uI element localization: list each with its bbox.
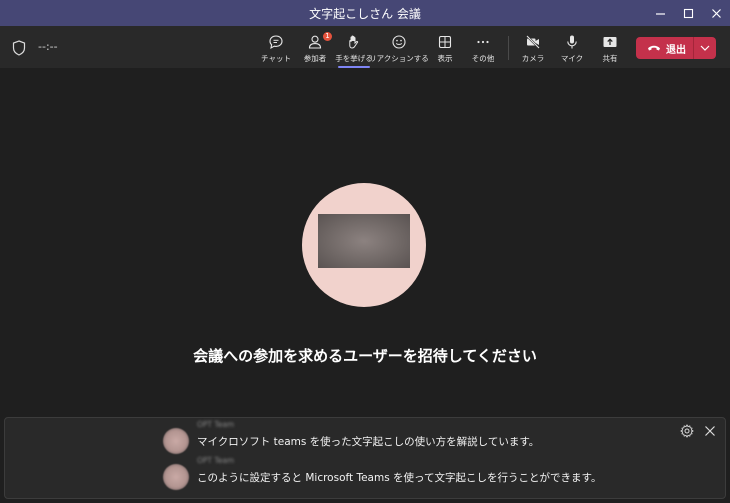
reactions-label: リアクションする (369, 54, 429, 63)
view-button[interactable]: 表示 (432, 30, 458, 66)
microphone-icon (567, 35, 577, 49)
participants-icon (308, 35, 322, 49)
chat-icon (269, 35, 283, 50)
participants-button[interactable]: 1 参加者 (302, 30, 332, 66)
invite-message: 会議への参加を求めるユーザーを招待してください (193, 347, 537, 365)
gear-icon[interactable] (680, 424, 694, 438)
live-captions-panel: OPT Team マイクロソフト teams を使った文字起こしの使い方を解説し… (4, 417, 726, 499)
speaker-avatar (163, 464, 189, 490)
more-label: その他 (471, 54, 495, 63)
minimize-button[interactable] (645, 0, 675, 26)
chevron-down-icon (700, 45, 710, 51)
window-title: 文字起こしさん 会議 (309, 6, 421, 21)
mic-label: マイク (560, 54, 584, 63)
camera-label: カメラ (521, 54, 545, 63)
minimize-icon (655, 12, 665, 15)
share-screen-icon (603, 37, 617, 47)
close-icon (711, 8, 721, 18)
raise-hand-icon (349, 35, 359, 49)
meeting-avatar (302, 183, 426, 307)
chat-label: チャット (261, 54, 291, 63)
speaker-avatar (163, 428, 189, 454)
view-label: 表示 (437, 54, 453, 63)
share-label: 共有 (602, 54, 618, 63)
raise-hand-label: 手を挙げる (335, 54, 373, 63)
raise-hand-button[interactable]: 手を挙げる (335, 30, 373, 68)
mic-button[interactable]: マイク (560, 30, 584, 66)
smiley-icon (392, 35, 406, 49)
chat-button[interactable]: チャット (261, 30, 291, 66)
speaker-name: OPT Team (197, 456, 235, 465)
more-dots-icon (477, 40, 489, 44)
hang-up-icon (648, 45, 660, 51)
caption-text: マイクロソフト teams を使った文字起こしの使い方を解説しています。 (197, 436, 540, 448)
maximize-icon (683, 8, 693, 18)
caption-text: このように設定すると Microsoft Teams を使って文字起こしを行うこ… (197, 472, 602, 484)
leave-options-dropdown[interactable] (694, 37, 716, 59)
grid-view-icon (438, 35, 452, 49)
camera-off-icon (526, 35, 540, 49)
camera-button[interactable]: カメラ (521, 30, 545, 66)
avatar-image (318, 214, 410, 268)
toolbar-divider (508, 36, 509, 60)
leave-button[interactable]: 退出 (636, 37, 693, 59)
shield-icon[interactable] (12, 40, 26, 56)
title-bar: 文字起こしさん 会議 (0, 0, 730, 26)
speaker-name: OPT Team (197, 420, 235, 429)
participants-label: 参加者 (303, 54, 327, 63)
reactions-button[interactable]: リアクションする (369, 30, 429, 66)
meeting-timer: --:-- (38, 40, 58, 53)
share-button[interactable]: 共有 (598, 30, 622, 66)
more-button[interactable]: その他 (470, 30, 496, 66)
leave-label: 退出 (666, 44, 686, 56)
close-window-button[interactable] (701, 0, 730, 26)
leave-button-group: 退出 (636, 37, 716, 59)
raise-hand-selected-indicator (338, 66, 370, 68)
close-icon[interactable] (703, 424, 717, 438)
participants-count-badge: 1 (323, 32, 332, 41)
maximize-button[interactable] (673, 0, 703, 26)
